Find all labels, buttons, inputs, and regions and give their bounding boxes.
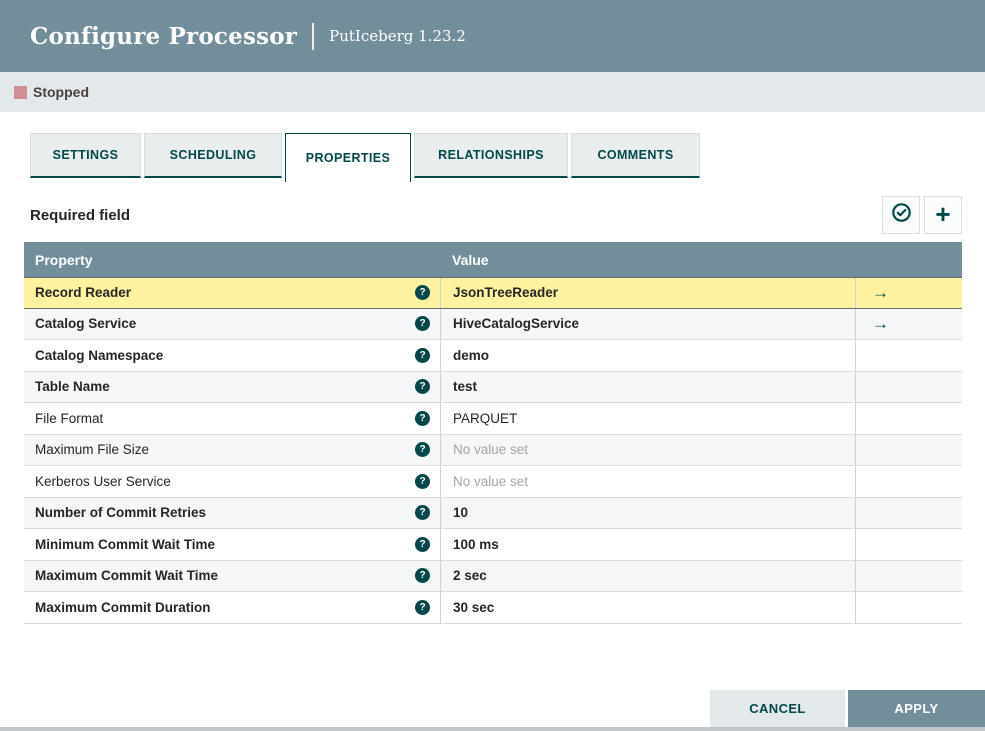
table-row[interactable]: Kerberos User Service ? No value set <box>24 466 962 498</box>
table-row[interactable]: Maximum Commit Duration ? 30 sec <box>24 592 962 624</box>
help-icon[interactable]: ? <box>415 568 430 584</box>
property-value: demo <box>453 347 490 363</box>
property-value-cell[interactable]: 10 <box>440 497 855 528</box>
status-label: Stopped <box>33 84 89 100</box>
table-header: Property Value <box>24 242 962 277</box>
table-row[interactable]: Maximum Commit Wait Time ? 2 sec <box>24 560 962 592</box>
property-value: JsonTreeReader <box>453 285 559 301</box>
property-name: Record Reader <box>35 285 132 301</box>
help-icon[interactable]: ? <box>415 285 430 301</box>
property-name: Minimum Commit Wait Time <box>35 536 216 552</box>
dialog-footer: CANCEL APPLY <box>710 690 985 727</box>
required-field-note: Required field <box>30 206 131 224</box>
table-row[interactable]: Record Reader ? JsonTreeReader → <box>24 277 962 309</box>
table-row[interactable]: Minimum Commit Wait Time ? 100 ms <box>24 529 962 561</box>
help-icon[interactable]: ? <box>415 599 430 615</box>
property-value-cell[interactable]: HiveCatalogService <box>440 308 855 339</box>
plus-icon: + <box>935 198 951 229</box>
check-circle-icon <box>891 202 912 228</box>
help-icon[interactable]: ? <box>415 536 430 552</box>
status-bar: Stopped <box>0 72 985 112</box>
stopped-status-icon <box>14 85 27 99</box>
help-icon[interactable]: ? <box>415 347 430 363</box>
property-value-cell[interactable]: 100 ms <box>440 529 855 560</box>
property-value: test <box>453 379 478 395</box>
help-icon[interactable]: ? <box>415 505 430 521</box>
property-name: Catalog Namespace <box>35 347 164 363</box>
property-value: 10 <box>453 505 469 521</box>
property-value: 2 sec <box>453 568 487 584</box>
table-row[interactable]: Maximum File Size ? No value set <box>24 434 962 466</box>
property-name: Number of Commit Retries <box>35 505 207 521</box>
property-value-cell[interactable]: No value set <box>440 466 855 497</box>
property-value-cell[interactable]: demo <box>440 340 855 371</box>
property-name: File Format <box>35 410 104 426</box>
table-row[interactable]: Catalog Service ? HiveCatalogService → <box>24 308 962 340</box>
property-value-cell[interactable]: test <box>440 371 855 402</box>
table-row[interactable]: Catalog Namespace ? demo <box>24 340 962 372</box>
verify-properties-button[interactable] <box>882 196 920 234</box>
help-icon[interactable]: ? <box>415 473 430 489</box>
property-actions: + <box>882 196 962 234</box>
property-value: 30 sec <box>453 599 495 615</box>
tab-bar: SETTINGS SCHEDULING PROPERTIES RELATIONS… <box>30 133 962 182</box>
tab-scheduling[interactable]: SCHEDULING <box>144 133 282 178</box>
property-value-cell[interactable]: JsonTreeReader <box>440 278 855 308</box>
tab-properties[interactable]: PROPERTIES <box>285 133 411 182</box>
dialog-header: Configure Processor PutIceberg 1.23.2 <box>0 0 985 72</box>
dialog-title: Configure Processor <box>30 22 298 50</box>
help-icon[interactable]: ? <box>415 442 430 458</box>
property-name: Maximum Commit Duration <box>35 599 211 615</box>
dialog-content: SETTINGS SCHEDULING PROPERTIES RELATIONS… <box>0 112 985 624</box>
title-separator <box>312 22 315 50</box>
property-name: Maximum Commit Wait Time <box>35 568 219 584</box>
go-to-service-icon[interactable]: → <box>872 284 889 301</box>
property-name: Kerberos User Service <box>35 473 171 489</box>
tab-comments[interactable]: COMMENTS <box>571 133 700 178</box>
add-property-button[interactable]: + <box>924 196 962 234</box>
table-row[interactable]: Table Name ? test <box>24 371 962 403</box>
help-icon[interactable]: ? <box>415 316 430 332</box>
processor-name-version: PutIceberg 1.23.2 <box>329 27 466 45</box>
tab-settings[interactable]: SETTINGS <box>30 133 141 178</box>
table-row[interactable]: Number of Commit Retries ? 10 <box>24 497 962 529</box>
help-icon[interactable]: ? <box>415 379 430 395</box>
properties-table: Property Value Record Reader ? JsonTreeR… <box>24 242 962 624</box>
property-value: PARQUET <box>453 410 518 426</box>
property-value-cell[interactable]: 30 sec <box>440 592 855 623</box>
column-header-property: Property <box>35 251 93 268</box>
property-value-cell[interactable]: No value set <box>440 434 855 465</box>
property-value-cell[interactable]: PARQUET <box>440 403 855 434</box>
property-name: Catalog Service <box>35 316 137 332</box>
dialog-bottom-edge <box>0 727 985 731</box>
cancel-button[interactable]: CANCEL <box>710 690 845 727</box>
property-value: No value set <box>453 473 529 489</box>
property-value: HiveCatalogService <box>453 316 580 332</box>
tab-relationships[interactable]: RELATIONSHIPS <box>414 133 568 178</box>
apply-button[interactable]: APPLY <box>848 690 985 727</box>
properties-panel-header: Required field + <box>30 196 962 234</box>
property-value: No value set <box>453 442 529 458</box>
property-value: 100 ms <box>453 536 499 552</box>
property-value-cell[interactable]: 2 sec <box>440 560 855 591</box>
help-icon[interactable]: ? <box>415 410 430 426</box>
property-name: Maximum File Size <box>35 442 150 458</box>
property-name: Table Name <box>35 379 110 395</box>
table-row[interactable]: File Format ? PARQUET <box>24 403 962 435</box>
go-to-service-icon[interactable]: → <box>872 315 889 332</box>
column-header-value: Value <box>452 251 489 268</box>
